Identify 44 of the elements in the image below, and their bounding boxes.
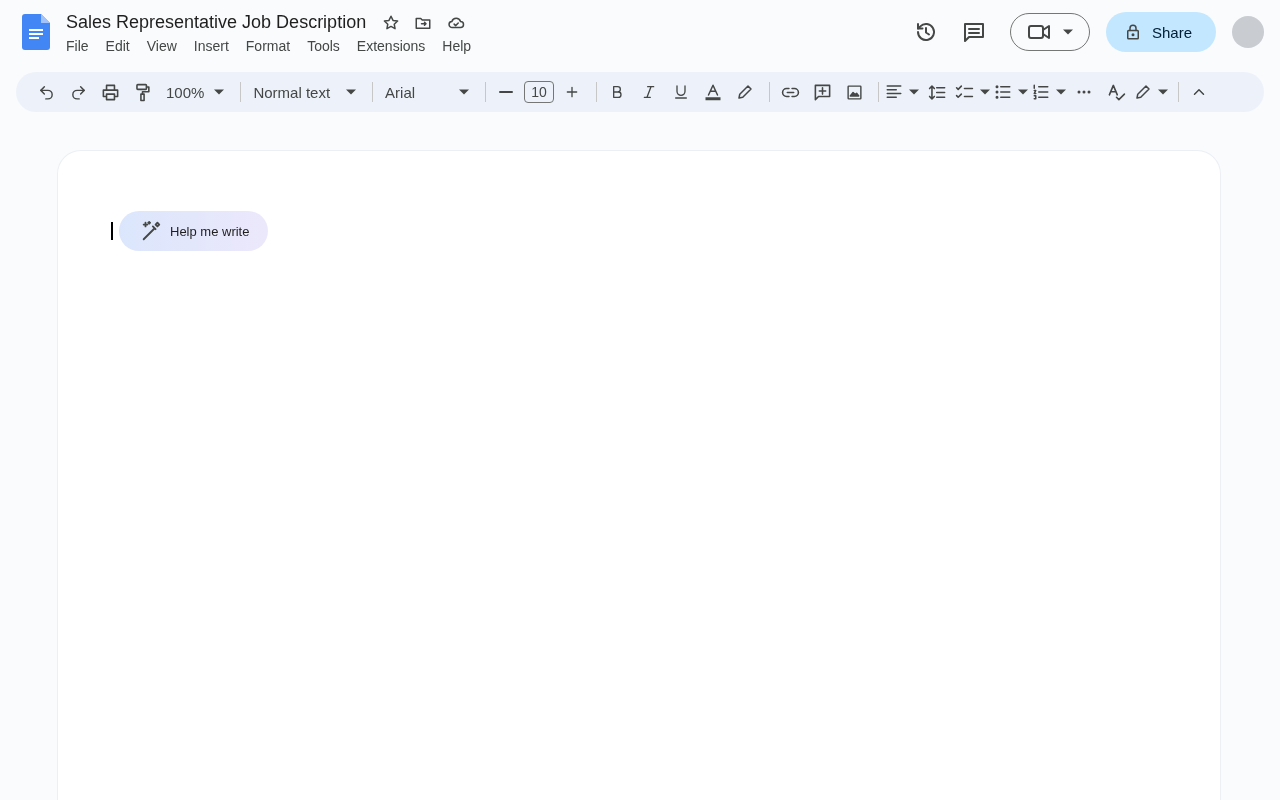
menu-item[interactable]: Extensions [355, 36, 434, 56]
font-dropdown[interactable]: Arial [379, 78, 476, 106]
caret-icon [1018, 89, 1029, 95]
docs-logo-icon[interactable] [22, 14, 50, 50]
caret-icon [980, 89, 991, 95]
image-icon [845, 83, 863, 101]
help-me-write-button[interactable]: Help me write [119, 211, 269, 251]
numbered-list-icon [1032, 83, 1051, 101]
caret-icon [1056, 89, 1067, 95]
menu-item[interactable]: Insert [192, 36, 237, 56]
menu-item[interactable]: Tools [306, 36, 348, 56]
undo-icon [37, 83, 55, 101]
caret-icon [1158, 89, 1169, 95]
align-left-icon [885, 83, 904, 101]
text-color-icon [704, 83, 723, 101]
minus-icon [499, 91, 514, 93]
caret-icon [459, 89, 470, 95]
menu-item[interactable]: Format [244, 36, 299, 56]
text-cursor [111, 222, 113, 240]
print-icon [100, 82, 120, 102]
pencil-icon [736, 83, 755, 101]
menu-item[interactable]: Help [441, 36, 480, 56]
caret-icon [346, 89, 357, 95]
menu-item[interactable]: View [145, 36, 185, 56]
caret-icon [909, 89, 920, 95]
pencil-icon [1134, 83, 1153, 101]
paragraph-style-dropdown[interactable]: Normal text [247, 78, 363, 106]
more-icon [1077, 90, 1092, 94]
comment-icon [961, 20, 986, 44]
caret-icon [1062, 29, 1073, 35]
bulleted-list-icon [994, 83, 1013, 101]
document-title[interactable]: Sales Representative Job Description [64, 12, 369, 33]
star-icon [382, 13, 401, 32]
menu-item[interactable]: File [65, 36, 97, 56]
share-button[interactable]: Share [1105, 12, 1216, 52]
redo-icon [69, 83, 87, 101]
font-size-field[interactable]: 10 [524, 81, 555, 103]
magic-wand-icon [140, 220, 162, 242]
zoom-dropdown[interactable]: 100% [160, 78, 231, 106]
add-comment-icon [812, 82, 832, 102]
spellcheck-icon [1106, 82, 1126, 102]
menu-item[interactable]: Edit [104, 36, 138, 56]
underline-icon [673, 84, 690, 100]
caret-icon [214, 89, 225, 95]
